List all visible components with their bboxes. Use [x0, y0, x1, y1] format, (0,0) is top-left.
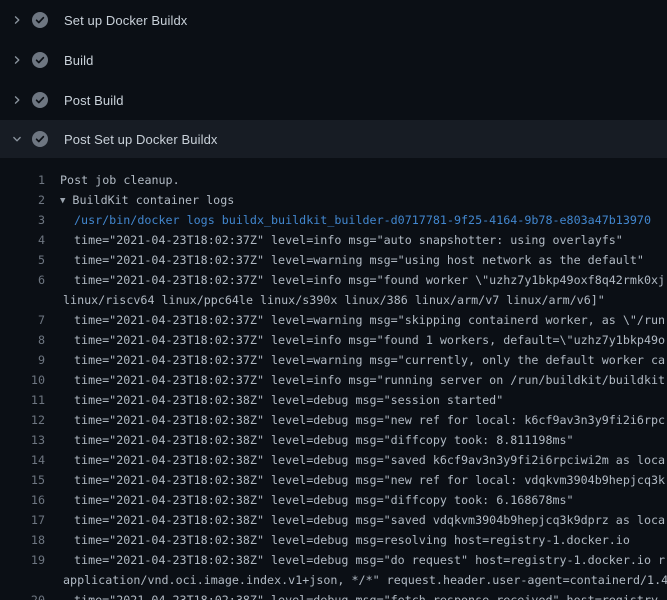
- log-line: 8time="2021-04-23T18:02:37Z" level=info …: [0, 330, 667, 350]
- log-line: 14time="2021-04-23T18:02:38Z" level=debu…: [0, 450, 667, 470]
- log-line: 7time="2021-04-23T18:02:37Z" level=warni…: [0, 310, 667, 330]
- log-text: time="2021-04-23T18:02:37Z" level=warnin…: [45, 350, 665, 370]
- section-header-post-build[interactable]: Post Build: [0, 80, 667, 120]
- command-text: /usr/bin/docker logs buildx_buildkit_bui…: [45, 210, 651, 230]
- log-line: 18time="2021-04-23T18:02:38Z" level=debu…: [0, 530, 667, 550]
- log-line: 1Post job cleanup.: [0, 170, 667, 190]
- group-title[interactable]: BuildKit container logs: [72, 193, 234, 207]
- line-number[interactable]: 5: [0, 250, 45, 270]
- line-number[interactable]: 20: [0, 590, 45, 600]
- line-number[interactable]: 13: [0, 430, 45, 450]
- section-header-set-up-docker-buildx[interactable]: Set up Docker Buildx: [0, 0, 667, 40]
- line-number[interactable]: 12: [0, 410, 45, 430]
- log-line: 9time="2021-04-23T18:02:37Z" level=warni…: [0, 350, 667, 370]
- log-area: 1Post job cleanup.2 ▼ BuildKit container l…: [0, 158, 667, 600]
- line-number[interactable]: 3: [0, 210, 45, 230]
- log-text: Post job cleanup.: [45, 170, 180, 190]
- log-text: time="2021-04-23T18:02:37Z" level=info m…: [45, 330, 665, 350]
- log-line: 12time="2021-04-23T18:02:38Z" level=debu…: [0, 410, 667, 430]
- log-line: application/vnd.oci.image.index.v1+json,…: [0, 570, 667, 590]
- log-line: 15time="2021-04-23T18:02:38Z" level=debu…: [0, 470, 667, 490]
- log-text: time="2021-04-23T18:02:38Z" level=debug …: [45, 430, 574, 450]
- section-title: Post Build: [64, 93, 124, 108]
- section-header-post-set-up-docker-buildx[interactable]: Post Set up Docker Buildx: [0, 120, 667, 158]
- log-line: 10time="2021-04-23T18:02:37Z" level=info…: [0, 370, 667, 390]
- line-number[interactable]: 14: [0, 450, 45, 470]
- log-text: time="2021-04-23T18:02:38Z" level=debug …: [45, 450, 665, 470]
- log-text: application/vnd.oci.image.index.v1+json,…: [45, 570, 667, 590]
- log-text: time="2021-04-23T18:02:37Z" level=info m…: [45, 270, 665, 290]
- line-number[interactable]: 17: [0, 510, 45, 530]
- section-title: Set up Docker Buildx: [64, 13, 187, 28]
- line-number[interactable]: 1: [0, 170, 45, 190]
- section-title: Post Set up Docker Buildx: [64, 132, 218, 147]
- log-text: time="2021-04-23T18:02:38Z" level=debug …: [45, 410, 665, 430]
- log-text: time="2021-04-23T18:02:37Z" level=info m…: [45, 370, 665, 390]
- log-line: 4time="2021-04-23T18:02:37Z" level=info …: [0, 230, 667, 250]
- log-text: time="2021-04-23T18:02:38Z" level=debug …: [45, 510, 665, 530]
- log-line: 17time="2021-04-23T18:02:38Z" level=debu…: [0, 510, 667, 530]
- log-line: linux/riscv64 linux/ppc64le linux/s390x …: [0, 290, 667, 310]
- log-text: time="2021-04-23T18:02:38Z" level=debug …: [45, 530, 630, 550]
- chevron-right-icon[interactable]: [9, 52, 25, 68]
- check-circle-icon: [32, 52, 48, 68]
- line-number[interactable]: 9: [0, 350, 45, 370]
- section-title: Build: [64, 53, 93, 68]
- log-text: linux/riscv64 linux/ppc64le linux/s390x …: [45, 290, 605, 310]
- section-header-build[interactable]: Build: [0, 40, 667, 80]
- line-number[interactable]: 10: [0, 370, 45, 390]
- line-number: [0, 570, 45, 590]
- log-text: ▼ BuildKit container logs: [45, 190, 234, 210]
- log-line: 16time="2021-04-23T18:02:38Z" level=debu…: [0, 490, 667, 510]
- chevron-down-icon[interactable]: [9, 131, 25, 147]
- line-number[interactable]: 16: [0, 490, 45, 510]
- check-circle-icon: [32, 131, 48, 147]
- line-number[interactable]: 6: [0, 270, 45, 290]
- line-number[interactable]: 8: [0, 330, 45, 350]
- check-circle-icon: [32, 92, 48, 108]
- log-line: 2 ▼ BuildKit container logs: [0, 190, 667, 210]
- actions-log-viewer: Set up Docker Buildx Build Post Build Post …: [0, 0, 667, 600]
- log-text: time="2021-04-23T18:02:37Z" level=warnin…: [45, 310, 665, 330]
- log-text: time="2021-04-23T18:02:38Z" level=debug …: [45, 470, 665, 490]
- log-line: 20time="2021-04-23T18:02:38Z" level=debu…: [0, 590, 667, 600]
- log-text: time="2021-04-23T18:02:38Z" level=debug …: [45, 550, 665, 570]
- log-line: 3/usr/bin/docker logs buildx_buildkit_bu…: [0, 210, 667, 230]
- log-line: 6time="2021-04-23T18:02:37Z" level=info …: [0, 270, 667, 290]
- log-line: 11time="2021-04-23T18:02:38Z" level=debu…: [0, 390, 667, 410]
- log-text: time="2021-04-23T18:02:37Z" level=warnin…: [45, 250, 644, 270]
- line-number[interactable]: 4: [0, 230, 45, 250]
- log-line: 13time="2021-04-23T18:02:38Z" level=debu…: [0, 430, 667, 450]
- log-text: time="2021-04-23T18:02:38Z" level=debug …: [45, 490, 574, 510]
- chevron-right-icon[interactable]: [9, 92, 25, 108]
- sections: Set up Docker Buildx Build Post Build Post …: [0, 0, 667, 600]
- triangle-down-icon[interactable]: ▼: [60, 191, 65, 210]
- line-number[interactable]: 2: [0, 190, 45, 210]
- line-number[interactable]: 19: [0, 550, 45, 570]
- line-number[interactable]: 7: [0, 310, 45, 330]
- log-text: time="2021-04-23T18:02:38Z" level=debug …: [45, 590, 665, 600]
- log-line: 5time="2021-04-23T18:02:37Z" level=warni…: [0, 250, 667, 270]
- line-number[interactable]: 15: [0, 470, 45, 490]
- check-circle-icon: [32, 12, 48, 28]
- chevron-right-icon[interactable]: [9, 12, 25, 28]
- log-text: time="2021-04-23T18:02:37Z" level=info m…: [45, 230, 623, 250]
- line-number[interactable]: 18: [0, 530, 45, 550]
- line-number: [0, 290, 45, 310]
- log-line: 19time="2021-04-23T18:02:38Z" level=debu…: [0, 550, 667, 570]
- line-number[interactable]: 11: [0, 390, 45, 410]
- log-text: time="2021-04-23T18:02:38Z" level=debug …: [45, 390, 503, 410]
